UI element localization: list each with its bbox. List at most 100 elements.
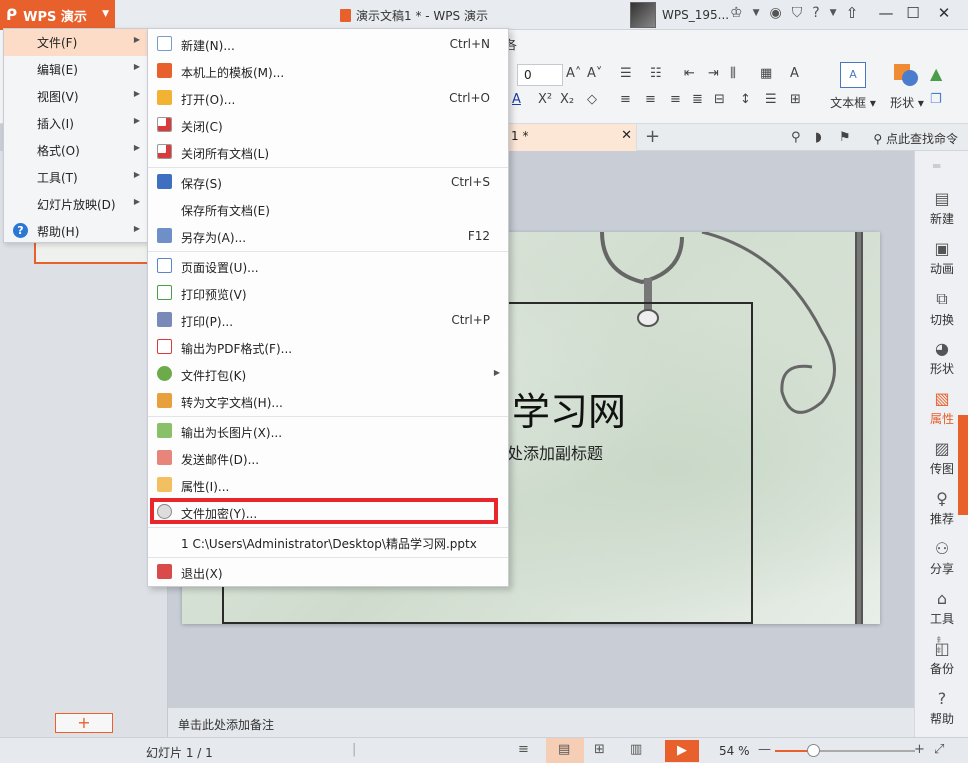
new-tab-button[interactable]: + [645,126,660,147]
menu-item-insert[interactable]: 插入(I) ▶ [4,110,148,137]
zoom-level[interactable]: 54 % [719,744,750,758]
arrange-icon[interactable]: ❐ [930,92,942,107]
zoom-out-icon[interactable]: — [758,742,771,757]
sidebar-item-animation[interactable]: ▣ 动画 [915,239,968,277]
notes-toggle-icon[interactable]: ≡ [518,742,529,757]
find-command-search[interactable]: ⚲ 点此查找命令 [873,130,958,147]
zoom-slider-thumb[interactable] [806,744,820,757]
clear-format-icon[interactable]: ◇ [587,92,597,107]
close-window-button[interactable]: ✕ [932,4,956,22]
username[interactable]: WPS_195... [662,8,729,22]
sidebar-item-tools[interactable]: ⌂ 工具 [915,589,968,627]
sidebar-item-backup[interactable]: ◫ 备份 [915,639,968,677]
textbox-button[interactable]: A 文本框 ▾ [828,62,878,111]
menu-item-convert[interactable]: 转为文字文档(H)... [148,388,508,415]
columns-icon[interactable]: ⊞ [790,92,801,107]
tab-document[interactable]: 1 * ✕ [505,124,637,151]
avatar[interactable] [630,2,656,28]
decrease-font-icon[interactable]: A˅ [587,66,602,81]
menu-item-view[interactable]: 视图(V) ▶ [4,83,148,110]
menu-item-tools[interactable]: 工具(T) ▶ [4,164,148,191]
distribute-icon[interactable]: ⊟ [714,92,725,107]
bullet-list-icon[interactable]: ☰ [620,66,632,81]
slide-subtitle[interactable]: 处添加副标题 [507,440,603,464]
paragraph-spacing-icon[interactable]: ☰ [765,92,777,107]
flag-icon[interactable]: ⚑ [839,130,851,145]
table-icon[interactable]: ▦ [760,66,772,81]
increase-indent-icon[interactable]: ⇥ [708,66,719,81]
sidebar-item-new[interactable]: ▤ 新建 [915,189,968,227]
menu-item-print[interactable]: 打印(P)... Ctrl+P [148,307,508,334]
align-right-icon[interactable]: ≡ [670,92,681,107]
chevron-down-icon[interactable]: ▼ [830,5,837,21]
minimize-button[interactable]: — [874,4,898,22]
menu-item-save[interactable]: 保存(S) Ctrl+S [148,169,508,196]
menu-item-print-preview[interactable]: 打印预览(V) [148,280,508,307]
font-size-field[interactable]: 0 [517,64,563,86]
menu-item-save-all[interactable]: 保存所有文档(E) [148,196,508,223]
align-center-icon[interactable]: ≡ [645,92,656,107]
menu-item-close-all[interactable]: 关闭所有文档(L) [148,139,508,166]
chevron-down-icon[interactable]: ▼ [753,5,760,21]
menu-item-close[interactable]: 关闭(C) [148,112,508,139]
speech-icon[interactable]: ◗ [815,130,822,145]
menu-item-page-setup[interactable]: 页面设置(U)... [148,253,508,280]
reading-view-icon[interactable]: ▥ [630,742,642,757]
menu-item-new[interactable]: 新建(N)... Ctrl+N [148,31,508,58]
numbered-list-icon[interactable]: ☷ [650,66,662,81]
align-left-icon[interactable]: ≡ [620,92,631,107]
increase-font-icon[interactable]: A˄ [566,66,581,81]
menu-item-format[interactable]: 格式(O) ▶ [4,137,148,164]
superscript-icon[interactable]: X² [538,92,552,107]
menu-item-open[interactable]: 打开(O)... Ctrl+O [148,85,508,112]
justify-icon[interactable]: ≣ [692,92,703,107]
menu-item-export-pdf[interactable]: 输出为PDF格式(F)... [148,334,508,361]
add-slide-button[interactable]: + [55,713,113,733]
zoom-in-icon[interactable]: + [914,742,925,757]
menu-item-file[interactable]: 文件(F) ▶ [4,29,148,56]
menu-item-save-as[interactable]: 另存为(A)... F12 [148,223,508,250]
restore-ribbon-icon[interactable]: ⇧ [840,4,864,22]
sidebar-item-help[interactable]: ? 帮助 [915,689,968,727]
slide-title[interactable]: 学习网 [512,381,626,436]
menu-item-edit[interactable]: 编辑(E) ▶ [4,56,148,83]
pin-icon[interactable]: ⚲ [791,130,801,145]
play-slideshow-button[interactable]: ▶ [665,740,699,762]
picture-icon[interactable]: ▲ [930,64,942,83]
text-shadow-icon[interactable]: A [790,66,799,81]
sidebar-collapse-icon[interactable]: ═ [933,159,940,173]
help-question-icon[interactable]: ? [812,5,819,21]
sidebar-item-transition[interactable]: ⧉ 切换 [915,289,968,328]
menu-item-package[interactable]: 文件打包(K) ▶ [148,361,508,388]
sidebar-item-shape[interactable]: ◕ 形状 [915,339,968,377]
menu-item-exit[interactable]: 退出(X) [148,559,508,586]
chevron-right-icon: ▶ [133,35,140,44]
maximize-button[interactable]: ☐ [901,4,925,22]
notes-area[interactable]: 单击此处添加备注 [168,707,914,737]
fit-window-icon[interactable]: ⤢ [934,742,944,757]
menu-item-templates[interactable]: 本机上的模板(M)... [148,58,508,85]
crown-icon[interactable]: ♔ [730,5,743,21]
text-direction-icon[interactable]: ⫼ [730,66,736,81]
normal-view-button[interactable]: ▤ [546,738,584,763]
subscript-icon[interactable]: X₂ [560,92,574,107]
menu-item-export-image[interactable]: 输出为长图片(X)... [148,418,508,445]
wps-menu-button[interactable]: ᑭ WPS 演示 ▼ [0,0,115,30]
sidebar-item-share[interactable]: ⚇ 分享 [915,539,968,577]
shape-button[interactable]: 形状 ▾ [882,62,932,111]
menu-item-recent-file[interactable]: 1 C:\Users\Administrator\Desktop\精品学习网.p… [148,529,508,556]
decrease-indent-icon[interactable]: ⇤ [684,66,695,81]
line-spacing-icon[interactable]: ↕ [740,92,751,107]
font-color-icon[interactable]: A [512,92,521,107]
skin-icon[interactable]: ◉ [769,5,781,21]
menu-item-send-mail[interactable]: 发送邮件(D)... [148,445,508,472]
menu-item-help[interactable]: ? 帮助(H) ▶ [4,218,148,245]
shirt-icon[interactable]: ⛉ [792,5,803,21]
pdf-icon [157,339,172,354]
menu-label: 1 C:\Users\Administrator\Desktop\精品学习网.p… [181,537,477,551]
close-icon[interactable]: ✕ [621,128,632,143]
menu-item-slideshow[interactable]: 幻灯片放映(D) ▶ [4,191,148,218]
slide-sorter-icon[interactable]: ⊞ [594,742,605,757]
menu-item-properties[interactable]: 属性(I)... [148,472,508,499]
zoom-slider[interactable] [775,744,915,757]
